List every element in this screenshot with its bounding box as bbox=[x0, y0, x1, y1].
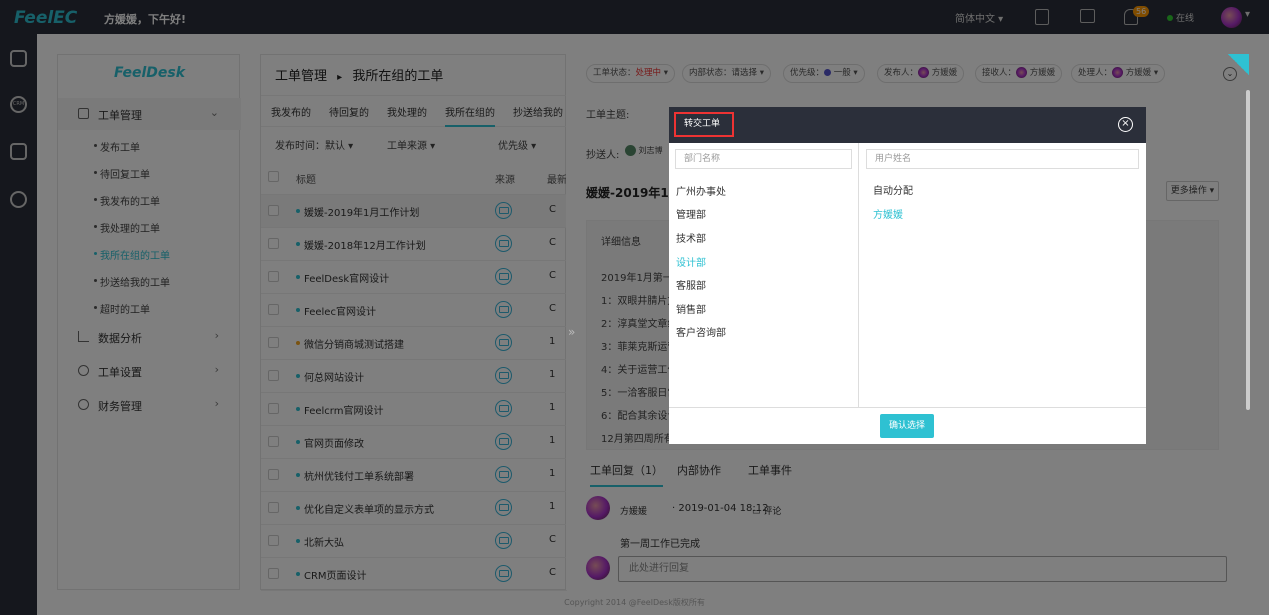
scrollbar[interactable] bbox=[1246, 90, 1250, 410]
department-list: 部门名称 广州办事处 管理部 技术部 设计部 客服部 销售部 客户咨询部 bbox=[669, 143, 859, 407]
department-item[interactable]: 管理部 bbox=[676, 206, 706, 221]
corner-ribbon bbox=[1228, 54, 1249, 75]
copyright-text: Copyright 2014 @FeelDesk版权所有 bbox=[564, 598, 705, 607]
transfer-ticket-modal: 转交工单 × 部门名称 广州办事处 管理部 技术部 设计部 客服部 销售部 客户… bbox=[669, 107, 1146, 444]
department-item[interactable]: 设计部 bbox=[676, 254, 706, 269]
department-search-input[interactable]: 部门名称 bbox=[675, 149, 852, 169]
modal-header: 转交工单 × bbox=[669, 107, 1146, 143]
user-search-input[interactable]: 用户姓名 bbox=[866, 149, 1139, 169]
user-item[interactable]: 自动分配 bbox=[873, 182, 913, 197]
confirm-button[interactable]: 确认选择 bbox=[880, 414, 934, 438]
expand-arrow-icon[interactable]: » bbox=[568, 325, 575, 339]
department-item[interactable]: 客服部 bbox=[676, 277, 706, 292]
user-list: 用户姓名 自动分配 方媛媛 bbox=[859, 143, 1146, 407]
department-item[interactable]: 客户咨询部 bbox=[676, 324, 726, 339]
modal-footer: 确认选择 bbox=[669, 407, 1146, 444]
modal-title: 转交工单 bbox=[674, 112, 734, 137]
department-item[interactable]: 销售部 bbox=[676, 301, 706, 316]
close-icon[interactable]: × bbox=[1118, 117, 1133, 132]
department-item[interactable]: 广州办事处 bbox=[676, 183, 726, 198]
user-item[interactable]: 方媛媛 bbox=[873, 206, 903, 221]
department-item[interactable]: 技术部 bbox=[676, 230, 706, 245]
